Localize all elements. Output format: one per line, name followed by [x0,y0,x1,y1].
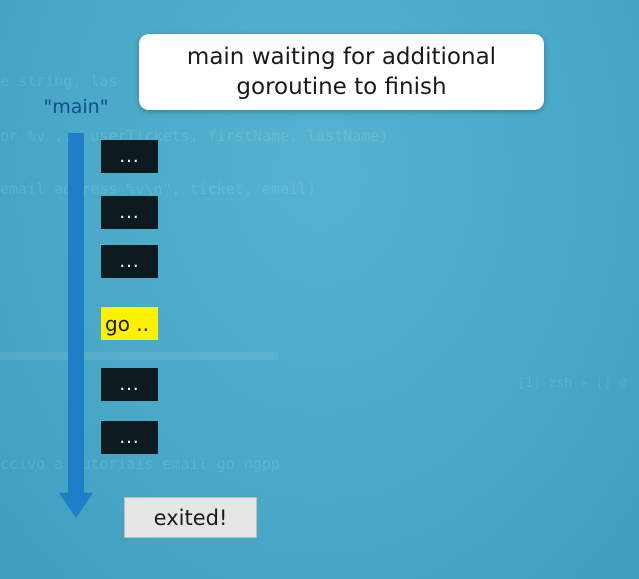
callout-box: main waiting for additional goroutine to… [139,34,544,110]
step-block: ... [101,421,158,454]
step-block: ... [101,140,158,173]
timeline-arrow-head [59,493,93,518]
step-block: ... [101,368,158,401]
faded-status-text: [1] zsh + [] @ [517,376,627,391]
main-lane-label: "main" [43,96,109,118]
timeline-arrow-shaft [68,133,84,495]
callout-line-1: main waiting for additional [186,44,497,70]
exited-box: exited! [124,497,257,538]
callout-line-2: goroutine to finish [236,74,447,100]
go-statement-block: go .. [101,307,158,340]
step-block: ... [101,196,158,229]
faded-bar [0,352,278,360]
step-block: ... [101,245,158,278]
